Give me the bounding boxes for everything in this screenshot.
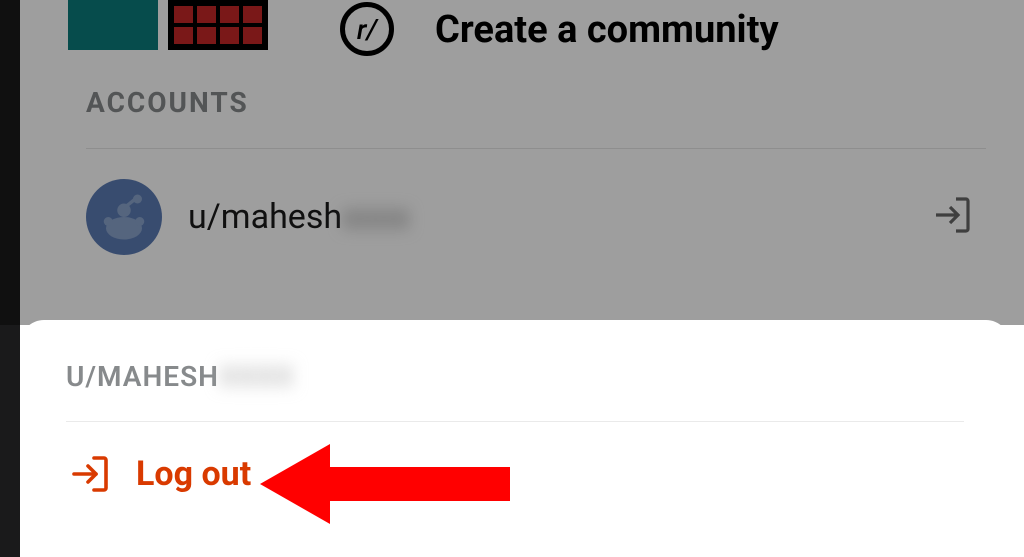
- community-icon: r/: [340, 2, 394, 56]
- account-options-sheet: U/MAHESHXXXX Log out: [20, 320, 1010, 557]
- username-blurred: xxxx: [342, 197, 409, 237]
- reddit-snoo-icon: [97, 190, 151, 244]
- thumbnail-grid: [168, 0, 268, 50]
- logout-icon: [66, 450, 114, 498]
- sheet-divider: [66, 421, 964, 422]
- left-edge-strip: [0, 0, 20, 557]
- logout-button[interactable]: Log out: [66, 450, 964, 498]
- create-community-label: Create a community: [435, 8, 779, 52]
- logout-label: Log out: [136, 454, 251, 494]
- username-visible: u/mahesh: [188, 197, 342, 237]
- exit-icon[interactable]: [928, 191, 976, 243]
- account-username: u/maheshxxxx: [188, 197, 410, 237]
- accounts-divider: [86, 148, 986, 149]
- thumbnail-teal: [68, 0, 158, 50]
- accounts-heading: ACCOUNTS: [86, 86, 249, 119]
- menu-item-create-community[interactable]: r/ Create a community: [20, 0, 1010, 55]
- account-row[interactable]: u/maheshxxxx: [86, 172, 986, 262]
- sheet-title-blurred: XXXX: [219, 360, 294, 393]
- community-icon-text: r/: [357, 13, 377, 46]
- avatar: [86, 179, 162, 255]
- sheet-title: U/MAHESHXXXX: [66, 360, 964, 393]
- sheet-title-visible: U/MAHESH: [66, 360, 219, 393]
